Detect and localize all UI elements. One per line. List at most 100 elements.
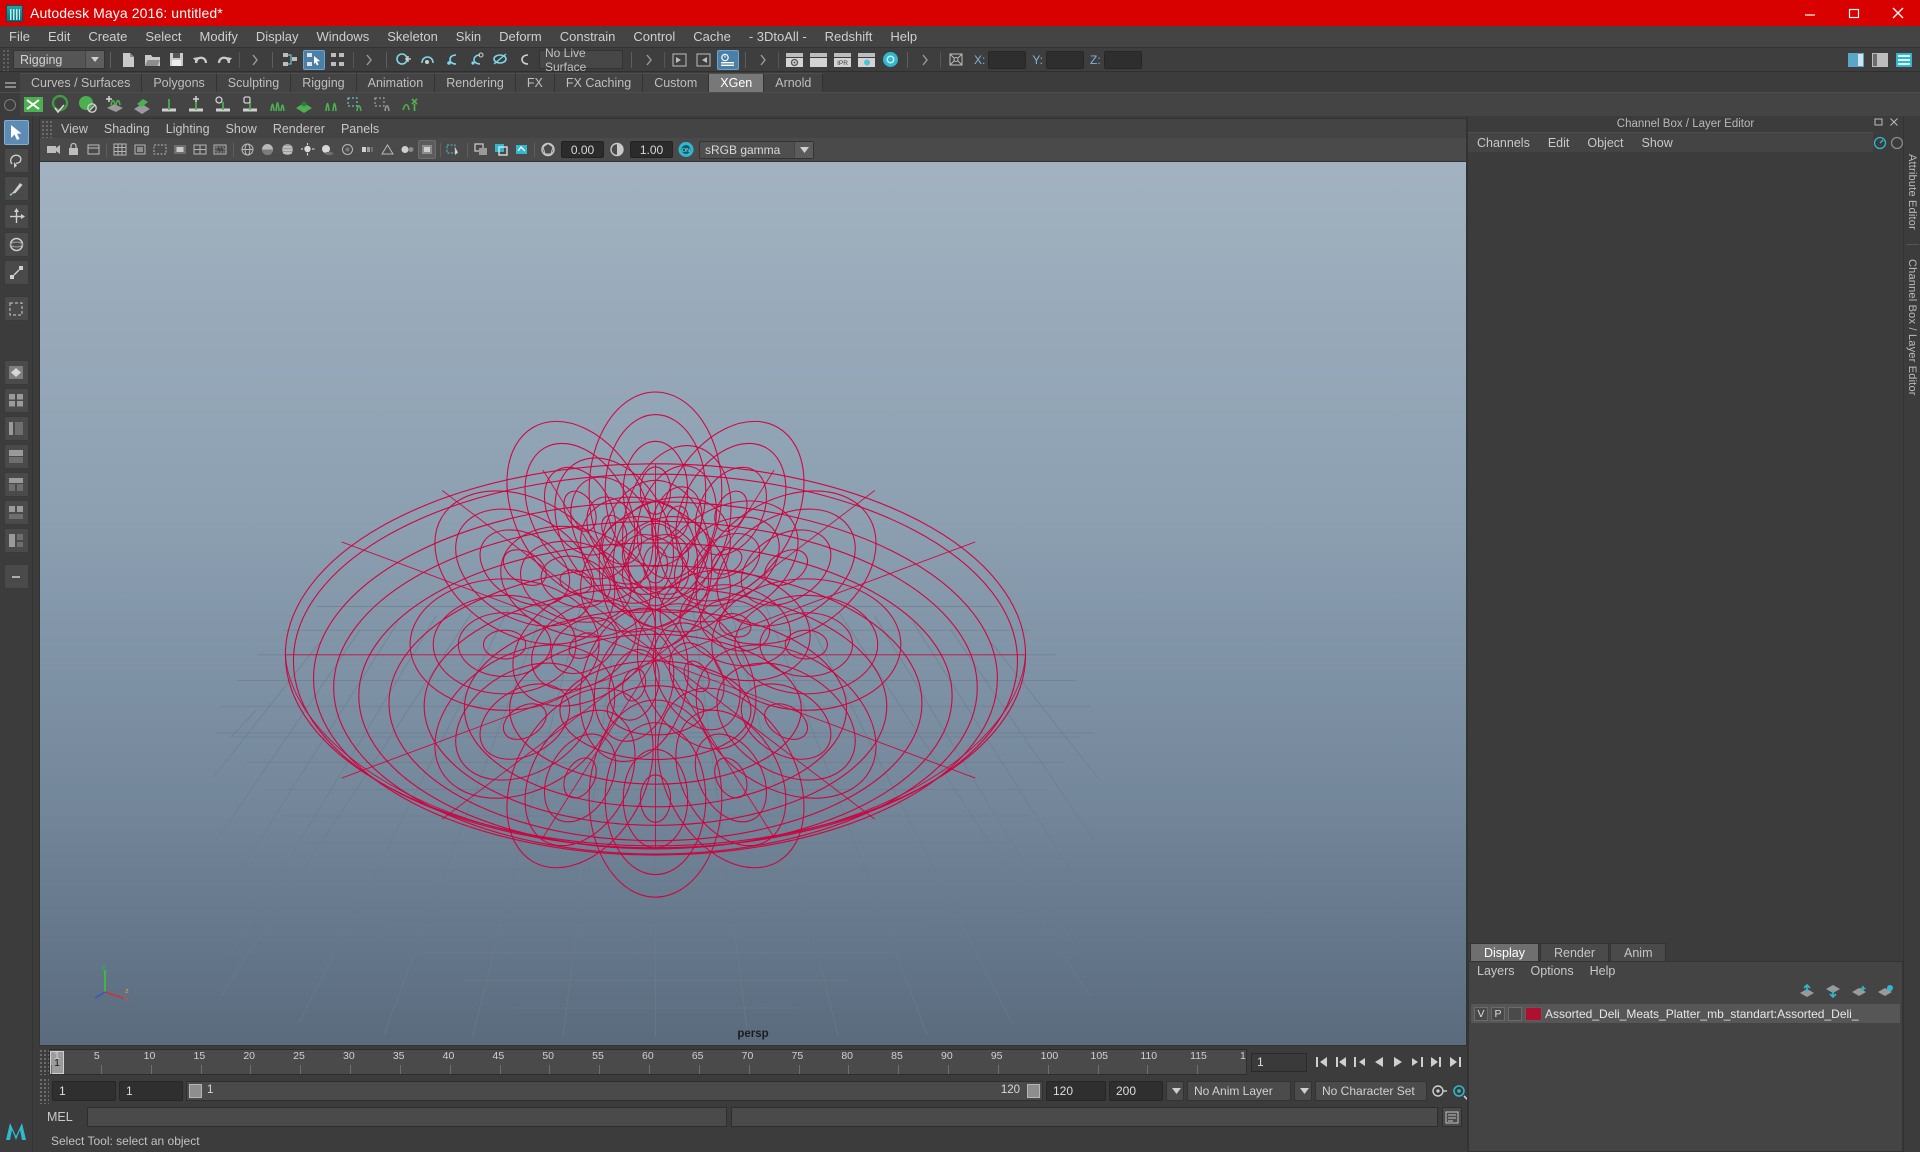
persp-graph-layout-icon[interactable]	[3, 444, 29, 469]
show-hide-editor-icon[interactable]	[717, 49, 739, 70]
time-slider-track[interactable]: 1 1 5 10 15 20 25 30 35 40 45 50 55 60 65 70 75 80 85 90 95…	[49, 1049, 1247, 1075]
motion-blur-icon[interactable]	[358, 140, 376, 159]
exposure-icon[interactable]	[539, 140, 557, 159]
coord-y-input[interactable]	[1046, 50, 1085, 69]
rotate-tool-icon[interactable]	[3, 232, 29, 257]
channel-box-menu-channels[interactable]: Channels	[1468, 133, 1539, 153]
viewport-menu-renderer[interactable]: Renderer	[265, 119, 333, 139]
arrow-expand-icon-3[interactable]	[638, 50, 660, 70]
character-set-selector[interactable]: No Character Set	[1315, 1081, 1427, 1101]
gate-mask-icon[interactable]	[171, 140, 189, 159]
shelf-tab-curves-surfaces[interactable]: Curves / Surfaces	[20, 73, 143, 92]
snap-to-projected-center-icon[interactable]	[465, 50, 487, 70]
menu-constrain[interactable]: Constrain	[551, 26, 625, 48]
paint-select-tool-icon[interactable]	[3, 176, 29, 201]
layer-menu-options[interactable]: Options	[1523, 962, 1582, 981]
menu-skin[interactable]: Skin	[447, 26, 490, 48]
go-to-start-icon[interactable]	[1313, 1052, 1330, 1072]
select-by-hierarchy-icon[interactable]	[279, 50, 301, 70]
command-input[interactable]	[87, 1107, 727, 1127]
xray-active-components-icon[interactable]	[492, 140, 510, 159]
xgen-cut-icon[interactable]	[290, 94, 317, 116]
xgen-sphere-icon[interactable]	[74, 94, 101, 116]
script-editor-icon[interactable]	[1442, 1107, 1462, 1127]
menu-select[interactable]: Select	[136, 26, 190, 48]
grid-icon[interactable]	[111, 140, 129, 159]
move-layer-up-icon[interactable]	[1799, 984, 1816, 998]
ipr-render-icon[interactable]: IPR	[831, 50, 853, 70]
vtab-attribute-editor[interactable]: Attribute Editor	[1906, 146, 1918, 238]
menu-cache[interactable]: Cache	[684, 26, 740, 48]
channel-box-menu-edit[interactable]: Edit	[1539, 133, 1579, 153]
shelf-tab-rigging[interactable]: Rigging	[291, 73, 357, 92]
coord-x-input[interactable]	[988, 50, 1027, 69]
tab-render[interactable]: Render	[1540, 943, 1609, 961]
xgen-part-icon[interactable]	[317, 94, 344, 116]
sidebar-tool-settings-icon[interactable]	[1869, 50, 1891, 70]
layer-row[interactable]: V P Assorted_Deli_Meats_Platter_mb_stand…	[1471, 1004, 1900, 1023]
xray-joints-icon[interactable]	[472, 140, 490, 159]
xgen-scale-icon[interactable]	[398, 94, 425, 116]
shelf-tab-xgen[interactable]: XGen	[709, 73, 765, 92]
live-surface-field[interactable]: No Live Surface	[539, 46, 623, 74]
new-scene-icon[interactable]	[117, 50, 139, 70]
menu-create[interactable]: Create	[79, 26, 136, 48]
xgen-density-icon[interactable]	[155, 94, 182, 116]
save-scene-icon[interactable]	[165, 50, 187, 70]
auto-keyframe-icon[interactable]	[1430, 1081, 1447, 1101]
range-start-time-field[interactable]: 1	[119, 1081, 183, 1101]
shelf-grip[interactable]	[0, 73, 20, 92]
shelf-tab-animation[interactable]: Animation	[356, 73, 436, 92]
play-backwards-icon[interactable]	[1370, 1052, 1387, 1072]
xgen-preview-icon[interactable]	[47, 94, 74, 116]
last-tool-used-icon[interactable]	[3, 296, 29, 321]
chevron-down-icon[interactable]	[85, 51, 104, 68]
hypershade-persp-layout-icon[interactable]	[3, 472, 29, 497]
command-language-label[interactable]: MEL	[39, 1110, 83, 1124]
exposure-reset-icon[interactable]	[512, 140, 530, 159]
channel-box-slider-icon[interactable]	[1890, 136, 1904, 150]
film-gate-icon[interactable]	[131, 140, 149, 159]
anim-start-time-field[interactable]: 1	[52, 1081, 116, 1101]
lock-camera-icon[interactable]	[64, 140, 82, 159]
menu-display[interactable]: Display	[247, 26, 308, 48]
color-transform-selector[interactable]: sRGB gamma	[699, 140, 814, 159]
channel-box-speed-icon[interactable]	[1873, 136, 1887, 150]
layer-menu-layers[interactable]: Layers	[1469, 962, 1523, 981]
gamma-icon[interactable]	[608, 140, 626, 159]
layer-type-toggle[interactable]	[1508, 1006, 1522, 1021]
range-start-handle[interactable]	[189, 1084, 202, 1098]
snap-to-curve-icon[interactable]	[417, 50, 439, 70]
chevron-down-icon[interactable]	[794, 141, 813, 158]
render-region-icon[interactable]	[807, 50, 829, 70]
viewport-menu-lighting[interactable]: Lighting	[158, 119, 218, 139]
menu-deform[interactable]: Deform	[490, 26, 551, 48]
viewport-grip[interactable]	[41, 119, 53, 138]
menu-file[interactable]: File	[0, 26, 39, 48]
menu-skeleton[interactable]: Skeleton	[378, 26, 447, 48]
move-tool-icon[interactable]	[3, 204, 29, 229]
menu-modify[interactable]: Modify	[191, 26, 247, 48]
snap-to-point-icon[interactable]	[441, 50, 463, 70]
depth-of-field-icon[interactable]	[398, 140, 416, 159]
coord-z-input[interactable]	[1103, 50, 1142, 69]
snap-to-grid-icon[interactable]	[393, 50, 415, 70]
isolate-select-icon[interactable]	[418, 140, 436, 159]
transform-field-mode-icon[interactable]	[945, 50, 967, 70]
arrow-expand-icon[interactable]	[244, 50, 266, 70]
vtab-channel-box-layer-editor[interactable]: Channel Box / Layer Editor	[1906, 251, 1918, 404]
step-back-key-icon[interactable]	[1351, 1052, 1368, 1072]
current-frame-field[interactable]: 1	[1251, 1052, 1307, 1072]
render-settings-icon[interactable]	[855, 50, 877, 70]
viewport-menu-shading[interactable]: Shading	[96, 119, 158, 139]
sidebar-attribute-editor-icon[interactable]	[1845, 50, 1867, 70]
make-live-icon[interactable]	[489, 50, 511, 70]
use-all-lights-icon[interactable]	[298, 140, 316, 159]
xgen-noise-icon[interactable]	[263, 94, 290, 116]
menu-redshift[interactable]: Redshift	[816, 26, 882, 48]
viewport-menu-panels[interactable]: Panels	[333, 119, 387, 139]
redo-icon[interactable]	[213, 50, 235, 70]
select-tool-icon[interactable]	[3, 120, 29, 145]
bookmark-layout-icon[interactable]	[3, 528, 29, 553]
layer-playback-toggle[interactable]: P	[1491, 1006, 1505, 1021]
